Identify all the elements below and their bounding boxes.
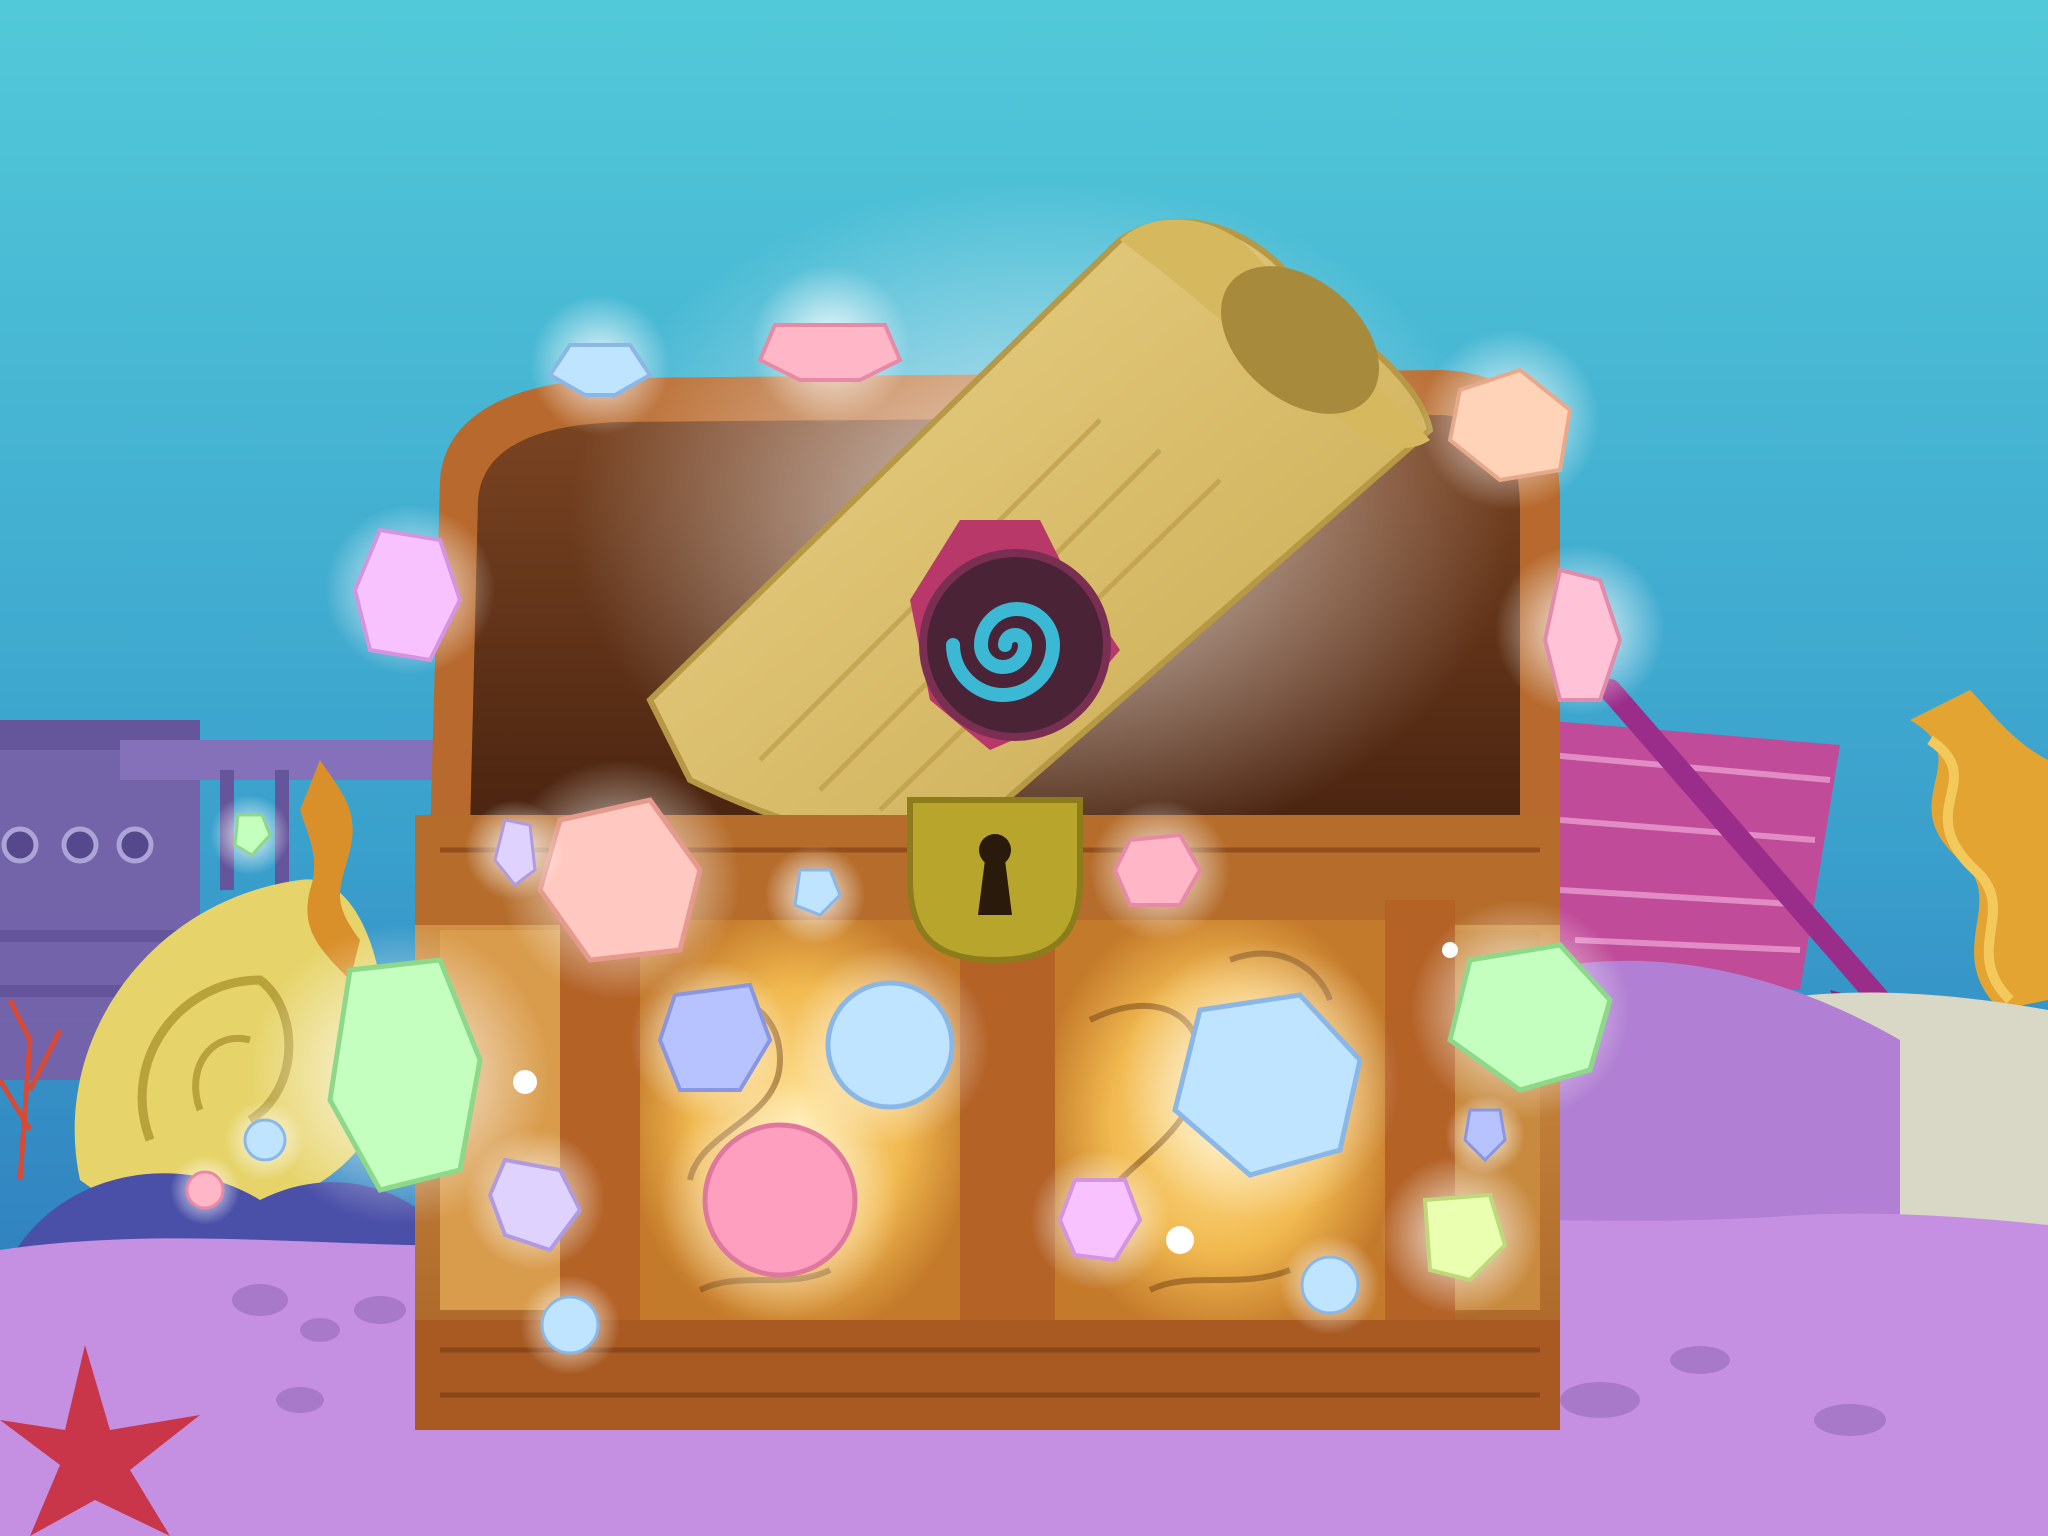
chest-beam [960, 900, 1055, 1340]
gem[interactable] [325, 505, 495, 675]
gem[interactable] [520, 1275, 620, 1375]
gem[interactable] [1420, 330, 1600, 510]
gem[interactable] [170, 1155, 240, 1225]
gem[interactable] [1090, 800, 1230, 940]
gem[interactable] [750, 265, 910, 425]
gem[interactable] [1445, 1095, 1525, 1175]
game-scene [0, 0, 2048, 1536]
gem[interactable] [660, 1080, 900, 1320]
gem[interactable] [765, 845, 865, 945]
gem[interactable] [1030, 1150, 1170, 1290]
gem[interactable] [1120, 940, 1400, 1220]
gem[interactable] [1280, 1235, 1380, 1335]
gem[interactable] [1410, 900, 1630, 1120]
gem[interactable] [465, 1130, 605, 1270]
gem[interactable] [225, 1100, 305, 1180]
gem[interactable] [1495, 545, 1665, 715]
gem[interactable] [1380, 1155, 1540, 1315]
gem[interactable] [465, 800, 565, 900]
gem[interactable] [210, 795, 290, 875]
chest-lock[interactable] [907, 797, 1083, 964]
gem[interactable] [530, 295, 670, 435]
